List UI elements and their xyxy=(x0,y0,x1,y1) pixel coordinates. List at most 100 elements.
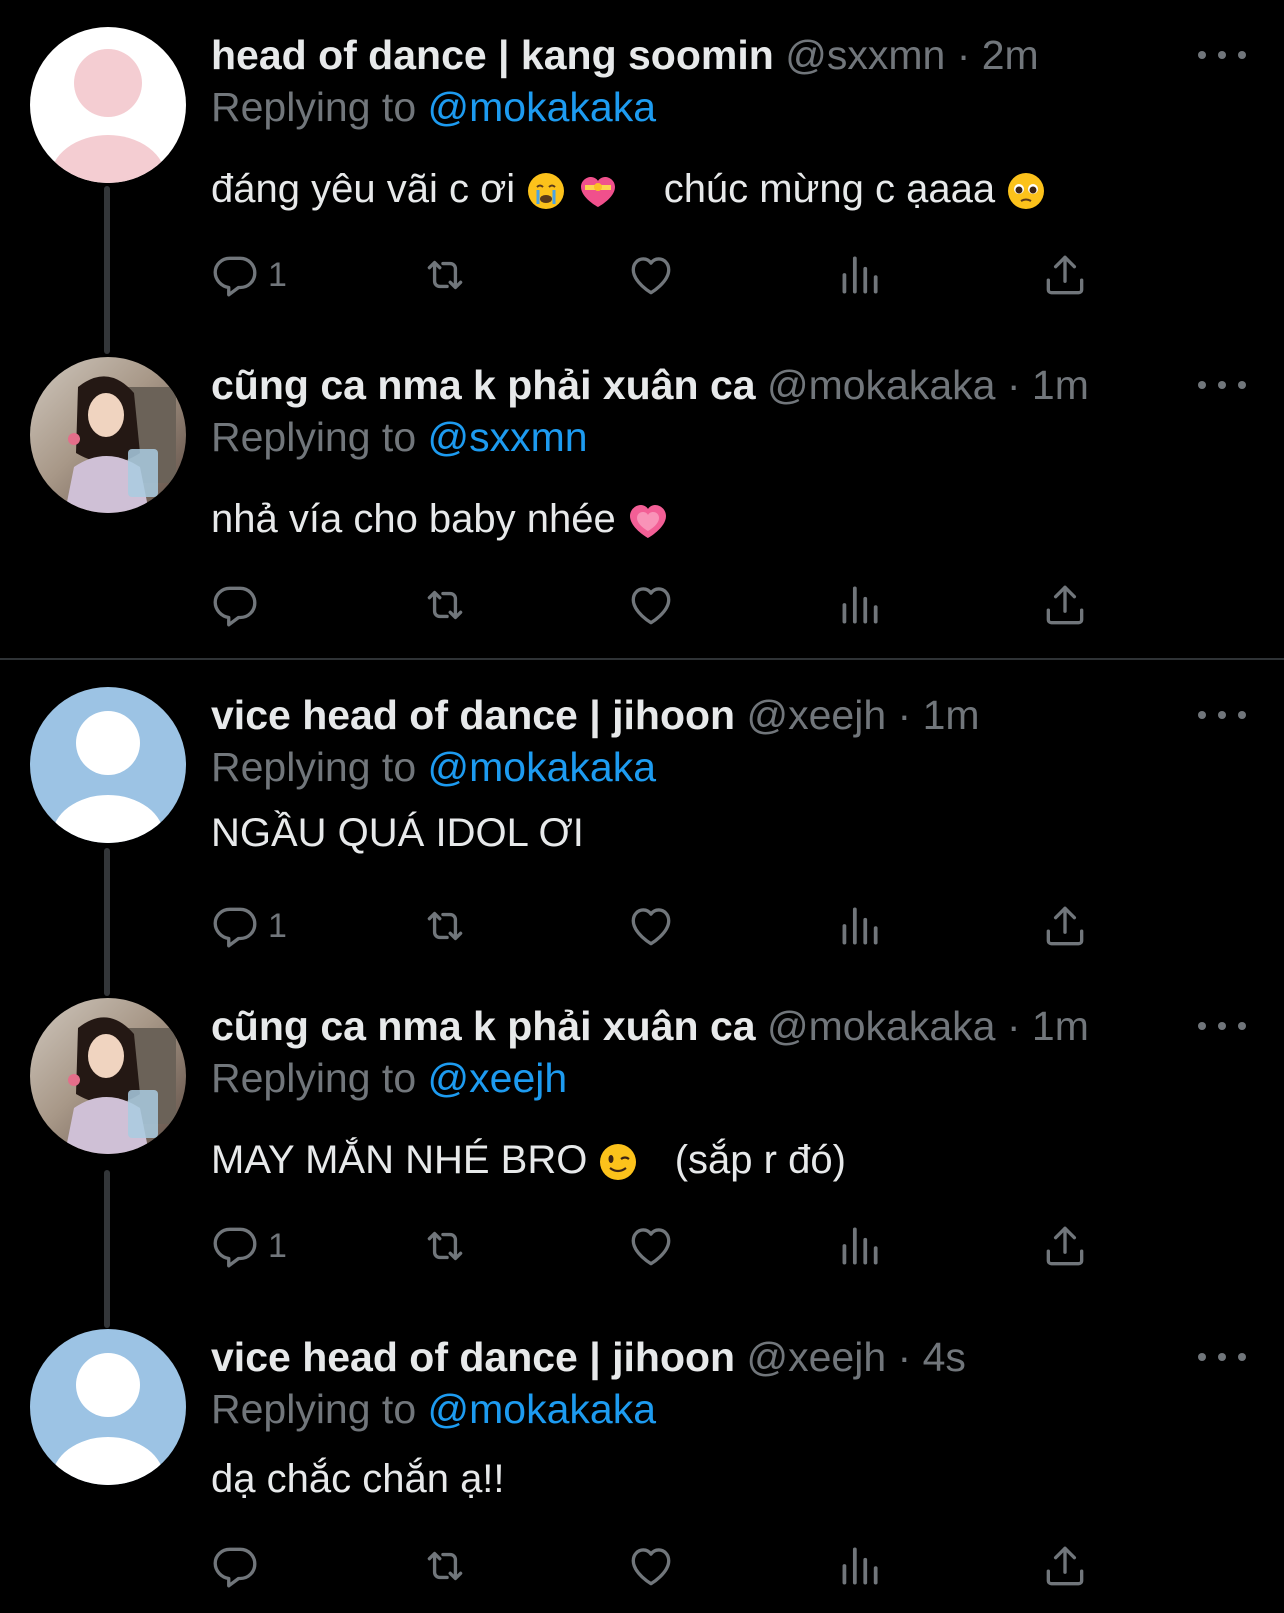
separator-dot: · xyxy=(956,32,982,78)
views-button[interactable] xyxy=(834,896,884,956)
user-handle[interactable]: @xeejh xyxy=(746,692,886,738)
timestamp[interactable]: 1m xyxy=(1032,362,1089,408)
divider xyxy=(0,658,1284,660)
default-avatar-blue-icon xyxy=(30,1329,186,1485)
timestamp[interactable]: 4s xyxy=(923,1334,966,1380)
retweet-icon xyxy=(420,1221,470,1271)
more-icon[interactable] xyxy=(1198,1014,1246,1038)
retweet-icon xyxy=(420,1541,470,1591)
like-icon xyxy=(626,1221,676,1271)
mention-link[interactable]: @mokakaka xyxy=(428,1386,656,1432)
reply-count: 1 xyxy=(268,906,287,945)
mention-link[interactable]: @sxxmn xyxy=(428,414,588,460)
retweet-icon xyxy=(420,901,470,951)
retweet-button[interactable] xyxy=(420,896,470,956)
reply-button[interactable] xyxy=(210,1536,260,1596)
retweet-button[interactable] xyxy=(420,575,470,635)
mention-link[interactable]: @xeejh xyxy=(428,1055,568,1101)
retweet-icon xyxy=(420,580,470,630)
reply-icon xyxy=(210,901,260,951)
like-button[interactable] xyxy=(626,896,676,956)
like-button[interactable] xyxy=(626,1536,676,1596)
tweet-text: nhả vía cho baby nhée xyxy=(211,493,669,545)
share-icon xyxy=(1040,1541,1090,1591)
views-button[interactable] xyxy=(834,1536,884,1596)
share-button[interactable] xyxy=(1040,245,1090,305)
avatar[interactable] xyxy=(30,357,186,513)
pleading-face-icon xyxy=(1008,173,1045,210)
replying-to: Replying to @xeejh xyxy=(211,1055,568,1101)
tweet[interactable]: head of dance | kang soomin @sxxmn · 2m … xyxy=(0,27,1284,327)
retweet-button[interactable] xyxy=(420,245,470,305)
reply-icon xyxy=(210,1541,260,1591)
avatar[interactable] xyxy=(30,998,186,1154)
reply-count: 1 xyxy=(268,255,287,294)
reply-count: 1 xyxy=(268,1226,287,1265)
tweet[interactable]: vice head of dance | jihoon @xeejh · 1m … xyxy=(0,687,1284,987)
default-avatar-pink-icon xyxy=(30,27,186,183)
like-icon xyxy=(626,1541,676,1591)
display-name[interactable]: head of dance | kang soomin xyxy=(211,32,774,78)
mention-link[interactable]: @mokakaka xyxy=(428,84,656,130)
more-icon[interactable] xyxy=(1198,703,1246,727)
action-bar xyxy=(210,1536,1130,1596)
reply-icon xyxy=(210,1221,260,1271)
like-button[interactable] xyxy=(626,1216,676,1276)
display-name[interactable]: cũng ca nma k phải xuân ca xyxy=(211,362,756,408)
views-icon xyxy=(834,250,884,300)
views-button[interactable] xyxy=(834,245,884,305)
retweet-icon xyxy=(420,250,470,300)
retweet-button[interactable] xyxy=(420,1216,470,1276)
more-icon[interactable] xyxy=(1198,373,1246,397)
avatar[interactable] xyxy=(30,687,186,843)
reply-button[interactable]: 1 xyxy=(210,245,287,305)
display-name[interactable]: cũng ca nma k phải xuân ca xyxy=(211,1003,756,1049)
tweet-text: đáng yêu vãi c ơi chúc mừng c ạaaa xyxy=(211,163,1046,215)
share-button[interactable] xyxy=(1040,1216,1090,1276)
display-name[interactable]: vice head of dance | jihoon xyxy=(211,1334,735,1380)
user-handle[interactable]: @mokakaka xyxy=(767,362,995,408)
tweet[interactable]: cũng ca nma k phải xuân ca @mokakaka · 1… xyxy=(0,998,1284,1298)
timestamp[interactable]: 1m xyxy=(1032,1003,1089,1049)
avatar[interactable] xyxy=(30,27,186,183)
like-icon xyxy=(626,901,676,951)
share-button[interactable] xyxy=(1040,1536,1090,1596)
share-button[interactable] xyxy=(1040,575,1090,635)
reply-button[interactable]: 1 xyxy=(210,1216,287,1276)
action-bar: 1 xyxy=(210,1216,1130,1276)
like-button[interactable] xyxy=(626,245,676,305)
more-icon[interactable] xyxy=(1198,1345,1246,1369)
separator-dot: · xyxy=(1006,362,1032,408)
user-handle[interactable]: @sxxmn xyxy=(785,32,945,78)
user-handle[interactable]: @xeejh xyxy=(746,1334,886,1380)
avatar[interactable] xyxy=(30,1329,186,1485)
tweet[interactable]: vice head of dance | jihoon @xeejh · 4s … xyxy=(0,1329,1284,1613)
action-bar xyxy=(210,575,1130,635)
share-button[interactable] xyxy=(1040,896,1090,956)
like-icon xyxy=(626,250,676,300)
views-button[interactable] xyxy=(834,575,884,635)
tweet-text: NGẦU QUÁ IDOL ƠI xyxy=(211,811,584,855)
more-icon[interactable] xyxy=(1198,43,1246,67)
retweet-button[interactable] xyxy=(420,1536,470,1596)
reply-button[interactable]: 1 xyxy=(210,896,287,956)
separator-dot: · xyxy=(897,1334,923,1380)
separator-dot: · xyxy=(1006,1003,1032,1049)
views-icon xyxy=(834,580,884,630)
profile-photo xyxy=(64,1017,176,1154)
crying-face-icon xyxy=(528,173,565,210)
like-button[interactable] xyxy=(626,575,676,635)
profile-photo xyxy=(64,376,176,513)
share-icon xyxy=(1040,250,1090,300)
views-button[interactable] xyxy=(834,1216,884,1276)
reply-button[interactable] xyxy=(210,575,260,635)
timestamp[interactable]: 1m xyxy=(923,692,980,738)
mention-link[interactable]: @mokakaka xyxy=(428,744,656,790)
timestamp[interactable]: 2m xyxy=(982,32,1039,78)
share-icon xyxy=(1040,1221,1090,1271)
display-name[interactable]: vice head of dance | jihoon xyxy=(211,692,735,738)
growing-heart-icon xyxy=(629,505,666,539)
user-handle[interactable]: @mokakaka xyxy=(767,1003,995,1049)
tweet[interactable]: cũng ca nma k phải xuân ca @mokakaka · 1… xyxy=(0,357,1284,657)
replying-to: Replying to @mokakaka xyxy=(211,84,657,130)
